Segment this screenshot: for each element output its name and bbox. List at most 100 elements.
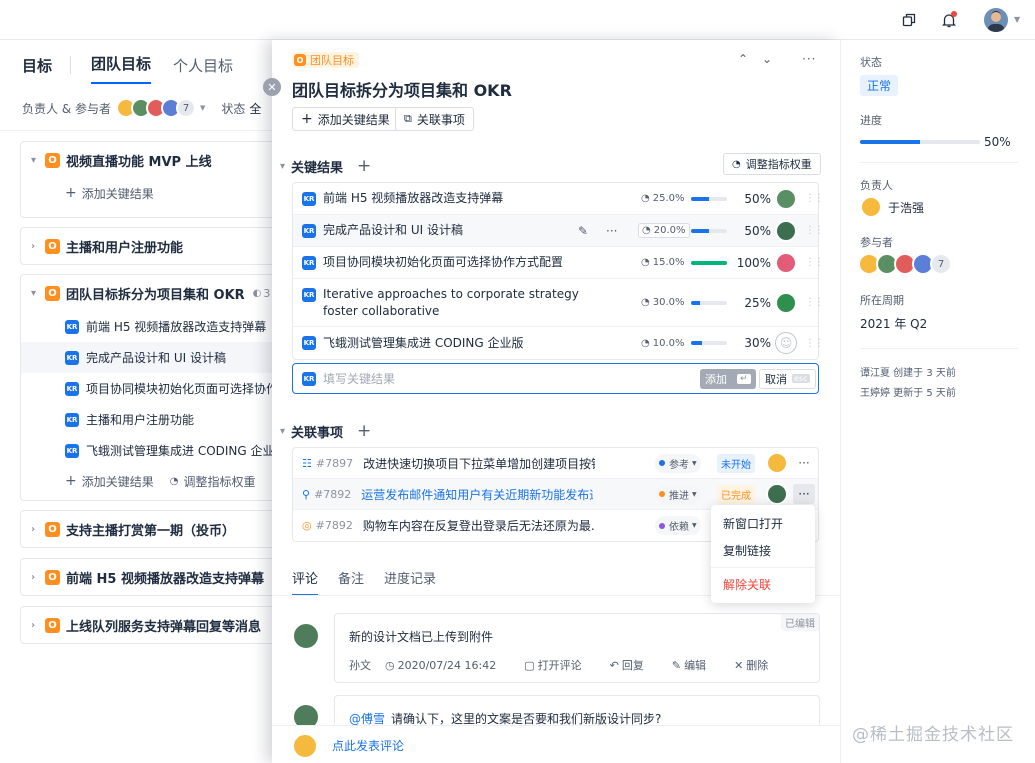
- weight-icon: ◔: [641, 337, 650, 349]
- delete-button[interactable]: ✕ 删除: [734, 657, 782, 673]
- chevron-up-icon[interactable]: ⌃: [738, 52, 748, 66]
- avatar[interactable]: [766, 452, 788, 474]
- objective-card[interactable]: › O 前端 H5 视频播放器改造支持弹幕: [20, 558, 290, 596]
- adjust-weight-button[interactable]: 调整指标权重: [183, 473, 255, 490]
- kr-row[interactable]: KR Iterative approaches to corporate stra…: [293, 279, 824, 327]
- adjust-weight-button[interactable]: ◔ 调整指标权重: [723, 153, 821, 175]
- chevron-right-icon[interactable]: ›: [31, 241, 45, 252]
- kr-weight-value: 15.0%: [652, 257, 685, 268]
- drag-handle-icon[interactable]: ⋮⋮: [805, 338, 824, 349]
- add-kr-button[interactable]: + 添加关键结果: [21, 178, 289, 208]
- kr-weight[interactable]: ◔ 30.0%: [638, 296, 688, 309]
- filter-status-label[interactable]: 状态: [221, 100, 245, 117]
- unassigned-avatar[interactable]: ☺: [775, 332, 797, 354]
- chevron-down-icon[interactable]: ⌄: [762, 52, 772, 66]
- filter-avatars[interactable]: 7: [116, 98, 196, 118]
- bell-icon[interactable]: [938, 9, 960, 31]
- period-value[interactable]: 2021 年 Q2: [860, 315, 927, 332]
- kr-list-item[interactable]: KR 完成产品设计和 UI 设计稿: [21, 342, 289, 373]
- chevron-down-icon[interactable]: ▾: [31, 288, 45, 299]
- chevron-right-icon[interactable]: ›: [31, 572, 45, 583]
- open-comment-button[interactable]: ▢ 打开评论: [524, 657, 595, 673]
- kr-list-item[interactable]: KR 飞蛾测试管理集成进 CODING 企业版: [21, 435, 289, 466]
- window-icon[interactable]: [898, 9, 920, 31]
- add-kr-button[interactable]: + 添加关键结果: [292, 107, 399, 131]
- kr-weight[interactable]: ◔ 20.0%: [638, 223, 690, 238]
- objective-card[interactable]: ▾ O 视频直播功能 MVP 上线 + 添加关键结果: [20, 141, 290, 218]
- avatar[interactable]: [775, 291, 797, 314]
- add-kr-button[interactable]: 添加关键结果: [82, 473, 154, 490]
- relation-type-select[interactable]: 推进 ▼: [655, 484, 701, 504]
- objective-card[interactable]: › O 主播和用户注册功能: [20, 227, 290, 265]
- new-kr-input[interactable]: [323, 371, 693, 386]
- menu-item-open-new-window[interactable]: 新窗口打开: [711, 510, 815, 537]
- status-badge[interactable]: 正常: [860, 75, 899, 96]
- post-comment-bar[interactable]: 点此发表评论: [272, 725, 840, 763]
- kr-list-item[interactable]: KR 项目协同模块初始化页面可选择协作方式配置: [21, 373, 289, 404]
- relation-type-select[interactable]: 依赖 ▼: [655, 516, 701, 535]
- chevron-right-icon[interactable]: ›: [31, 524, 45, 535]
- edit-button[interactable]: ✎ 编辑: [672, 657, 720, 673]
- drag-handle-icon[interactable]: ⋮⋮: [805, 193, 824, 204]
- tab-personal-objectives[interactable]: 个人目标: [173, 55, 233, 84]
- status-badge[interactable]: 未开始: [717, 453, 755, 473]
- more-icon[interactable]: ···: [802, 52, 816, 66]
- add-linked-item-button[interactable]: +: [357, 421, 371, 441]
- tab-progress-log[interactable]: 进度记录: [384, 568, 436, 596]
- objective-card-expanded[interactable]: ▾ O 团队目标拆分为项目集和 OKR ◐ 3 KR 前端 H5 视频播放器改造支持弹幕 …: [20, 274, 290, 501]
- chevron-down-icon[interactable]: ▾: [280, 426, 285, 437]
- drag-handle-icon[interactable]: ⋮⋮: [805, 297, 824, 308]
- kr-weight[interactable]: ◔ 15.0%: [638, 256, 688, 269]
- kr-weight[interactable]: ◔ 25.0%: [638, 192, 688, 205]
- comment-author[interactable]: 孙文: [349, 657, 371, 673]
- linked-item-row[interactable]: ☷ #7897 改进快速切换项目下拉菜单增加创建项目按钮 参考 ▼ 未开始 ···: [293, 448, 818, 479]
- avatar[interactable]: [766, 483, 788, 505]
- chevron-down-icon[interactable]: ▾: [31, 155, 45, 166]
- kr-weight[interactable]: ◔ 10.0%: [638, 337, 688, 350]
- tab-comments[interactable]: 评论: [292, 568, 319, 596]
- objective-title[interactable]: 团队目标拆分为项目集和 OKR: [292, 77, 512, 101]
- kr-row[interactable]: KR 完成产品设计和 UI 设计稿 ✎ ··· ◔ 20.0% 50% ⋮⋮: [293, 215, 824, 247]
- reply-button[interactable]: ↶ 回复: [610, 657, 658, 673]
- chevron-down-icon[interactable]: ▼: [1014, 15, 1020, 24]
- kr-row[interactable]: KR 飞蛾测试管理集成进 CODING 企业版 ◔ 10.0% 30% ☺ ⋮⋮: [293, 327, 824, 359]
- more-icon[interactable]: ···: [793, 453, 815, 473]
- avatar[interactable]: [775, 219, 797, 242]
- tab-team-objectives[interactable]: 团队目标: [91, 53, 152, 84]
- cancel-kr-button[interactable]: 取消 esc: [759, 368, 816, 389]
- more-icon[interactable]: ···: [606, 224, 617, 238]
- avatar[interactable]: [775, 251, 797, 274]
- user-avatar[interactable]: [982, 6, 1010, 34]
- chevron-down-icon[interactable]: ▾: [280, 161, 285, 172]
- add-kr-plus-button[interactable]: +: [357, 156, 371, 176]
- relation-type-select[interactable]: 参考 ▼: [655, 453, 701, 473]
- filter-owner-label[interactable]: 负责人 & 参与者: [22, 100, 111, 117]
- kr-row[interactable]: KR 前端 H5 视频播放器改造支持弹幕 ◔ 25.0% 50% ⋮⋮: [293, 183, 824, 215]
- objective-card[interactable]: › O 支持主播打赏第一期（投币）: [20, 510, 290, 548]
- issue-title[interactable]: 运营发布邮件通知用户有关近期新功能发布通知: [361, 486, 593, 503]
- mention[interactable]: @傅雪: [349, 712, 385, 726]
- members-avatars[interactable]: 7: [858, 253, 952, 275]
- kr-row[interactable]: KR 项目协同模块初始化页面可选择协作方式配置 ◔ 15.0% 100% ⋮⋮: [293, 247, 824, 279]
- drag-handle-icon[interactable]: ⋮⋮: [805, 257, 824, 268]
- drag-handle-icon[interactable]: ⋮⋮: [805, 225, 824, 236]
- menu-item-unlink[interactable]: 解除关联: [711, 571, 815, 598]
- close-drawer-button[interactable]: ✕: [263, 78, 281, 96]
- link-items-button[interactable]: ⧉ 关联事项: [395, 107, 474, 131]
- more-icon[interactable]: ···: [793, 484, 815, 504]
- tab-notes[interactable]: 备注: [338, 568, 364, 596]
- chevron-down-icon[interactable]: ▼: [200, 104, 205, 112]
- add-kr-submit-button[interactable]: 添加 ↵: [700, 368, 756, 389]
- kr-list-item[interactable]: KR 前端 H5 视频播放器改造支持弹幕: [21, 311, 289, 342]
- kr-list-item[interactable]: KR 主播和用户注册功能: [21, 404, 289, 435]
- status-badge[interactable]: 已完成: [717, 484, 755, 504]
- progress-bar[interactable]: [860, 140, 980, 144]
- post-comment-link[interactable]: 点此发表评论: [332, 737, 404, 754]
- objective-card[interactable]: › O 上线队列服务支持弹幕回复等消息: [20, 606, 290, 644]
- owner-field[interactable]: 于浩强: [860, 196, 924, 218]
- chevron-right-icon[interactable]: ›: [31, 620, 45, 631]
- filter-status-value[interactable]: 全: [249, 100, 261, 117]
- menu-item-copy-link[interactable]: 复制链接: [711, 537, 815, 564]
- avatar[interactable]: [775, 187, 797, 210]
- edit-icon[interactable]: ✎: [578, 224, 588, 238]
